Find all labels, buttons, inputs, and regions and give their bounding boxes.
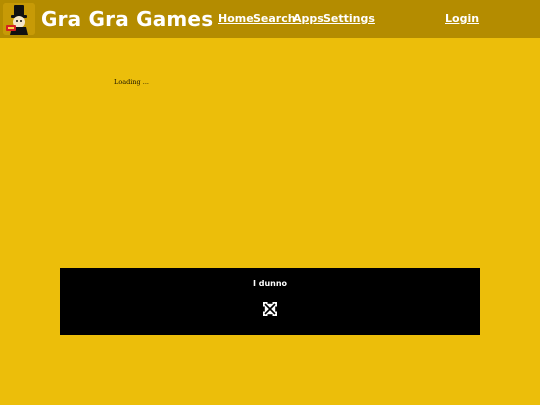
nav-settings-link[interactable]: Settings	[323, 11, 375, 27]
site-title[interactable]: Gra Gra Games	[41, 5, 213, 33]
game-caption: I dunno	[252, 279, 288, 288]
nav-apps-link[interactable]: Apps	[293, 11, 324, 27]
nav-home-link[interactable]: Home	[218, 11, 254, 27]
nav-search-link[interactable]: Search	[253, 11, 296, 27]
nav-login-link[interactable]: Login	[445, 11, 479, 27]
site-logo-icon[interactable]	[3, 3, 35, 35]
game-panel: I dunno	[60, 268, 480, 335]
top-navigation-bar: Gra Gra Games Home Search Apps Settings …	[0, 0, 540, 38]
loading-text: Loading ...	[114, 78, 149, 86]
fullscreen-icon[interactable]	[262, 301, 278, 317]
